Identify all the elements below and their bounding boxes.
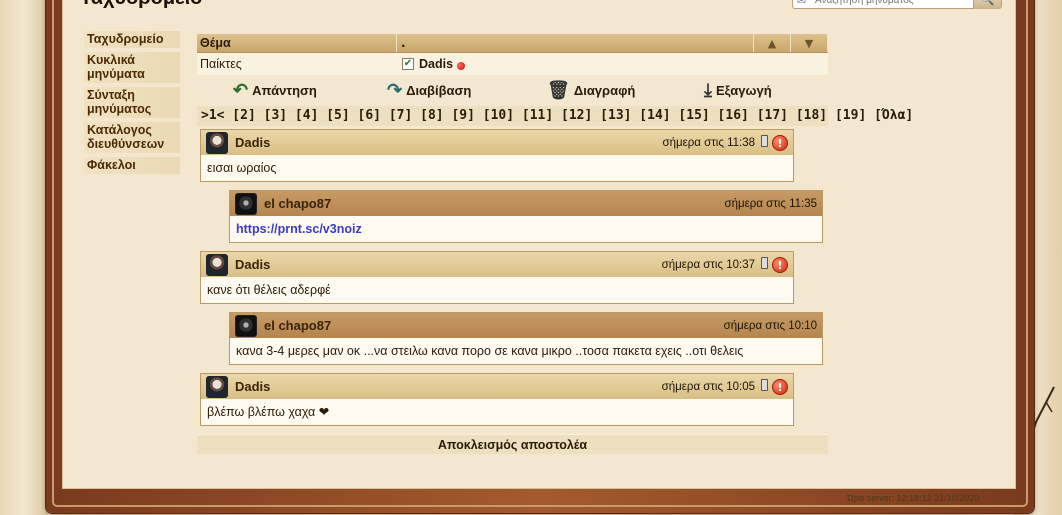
message-link[interactable]: https://prnt.sc/v3noiz: [236, 222, 362, 236]
export-button[interactable]: ⤓ Εξαγωγή: [704, 79, 772, 101]
avatar[interactable]: [206, 253, 228, 276]
message: el chapo87 σήμερα στις 10:10 κανα 3-4 με…: [229, 312, 823, 365]
sidebar-item-folders[interactable]: Φάκελοι: [84, 157, 180, 174]
sort-up-icon[interactable]: ▲: [754, 34, 791, 52]
participant-checkbox[interactable]: ✔: [402, 58, 414, 70]
subject-cell: Παίκτες: [200, 57, 242, 71]
phone-icon: [761, 378, 768, 391]
message-panel: Θέμα . ▲ ▼ Παίκτες ✔ Dadis ↶ Απάντηση ↷ …: [197, 34, 913, 454]
message-text: κανα 3-4 μερες μαν οκ ...να στειλω κανα …: [230, 338, 822, 364]
offline-status-icon: [457, 61, 466, 70]
message-time: σήμερα στις 11:35: [724, 197, 818, 210]
message-text: https://prnt.sc/v3noiz: [230, 216, 822, 242]
avatar[interactable]: [235, 192, 257, 215]
search-button[interactable]: 🔍: [973, 0, 1001, 9]
report-icon[interactable]: !: [772, 134, 788, 151]
subject-header: Θέμα: [197, 34, 397, 52]
search-box[interactable]: ✉ 🔍: [792, 0, 1002, 9]
message-author[interactable]: Dadis: [235, 257, 662, 272]
table-header: Θέμα . ▲ ▼: [197, 34, 828, 53]
reply-icon: ↶: [233, 80, 249, 100]
message-time: σήμερα στις 11:38: [662, 136, 756, 149]
participant-name[interactable]: Dadis: [419, 53, 453, 75]
message: el chapo87 σήμερα στις 11:35 https://prn…: [229, 190, 823, 243]
sidebar-item-mail[interactable]: Ταχυδρομείο: [84, 31, 180, 48]
message-author[interactable]: el chapo87: [264, 318, 724, 333]
dot-header: .: [397, 34, 754, 52]
trash-icon: 🗑: [547, 80, 570, 100]
message-header: Dadis σήμερα στις 10:05 !: [201, 374, 793, 399]
avatar[interactable]: [235, 314, 257, 337]
avatar[interactable]: [206, 131, 228, 154]
sort-down-icon[interactable]: ▼: [791, 34, 828, 52]
phone-icon: [761, 256, 768, 269]
message-text: εισαι ωραίος: [201, 155, 793, 181]
report-icon[interactable]: !: [772, 256, 788, 273]
message-header: Dadis σήμερα στις 11:38 !: [201, 130, 793, 155]
message-text: κανε ότι θέλεις αδερφέ: [201, 277, 793, 303]
report-icon[interactable]: !: [772, 378, 788, 395]
participant-cell: ✔ Dadis: [397, 53, 828, 75]
page-title: Ταχυδρομείο: [80, 0, 202, 8]
phone-icon: [761, 134, 768, 147]
forward-button[interactable]: ↷ Διαβίβαση: [387, 79, 471, 101]
message: Dadis σήμερα στις 10:37 ! κανε ότι θέλει…: [200, 251, 794, 304]
message-author[interactable]: el chapo87: [264, 196, 725, 211]
search-input[interactable]: [813, 0, 963, 6]
message-text: βλέπω βλέπω χαχα ❤: [201, 399, 793, 425]
pagination[interactable]: >1< [2] [3] [4] [5] [6] [7] [8] [9] [10]…: [197, 106, 913, 126]
message-author[interactable]: Dadis: [235, 379, 662, 394]
action-bar: ↶ Απάντηση ↷ Διαβίβαση 🗑 Διαγραφή ⤓ Εξαγ…: [197, 75, 828, 106]
message-time: σήμερα στις 10:10: [723, 319, 817, 332]
message-time: σήμερα στις 10:37: [661, 258, 755, 271]
background-left: [0, 0, 48, 515]
search-icon: ✉: [797, 0, 807, 7]
message-thread: Dadis σήμερα στις 11:38 ! εισαι ωραίος e…: [197, 126, 828, 434]
message-header: Dadis σήμερα στις 10:37 !: [201, 252, 793, 277]
message-header: el chapo87 σήμερα στις 11:35: [230, 191, 822, 216]
delete-button[interactable]: 🗑 Διαγραφή: [547, 79, 635, 101]
sidebar-item-addressbook[interactable]: Κατάλογος διευθύνσεων: [84, 122, 180, 153]
download-icon: ⤓: [704, 80, 712, 100]
message: Dadis σήμερα στις 11:38 ! εισαι ωραίος: [200, 129, 794, 182]
table-row: Παίκτες ✔ Dadis: [197, 53, 828, 75]
message-header: el chapo87 σήμερα στις 10:10: [230, 313, 822, 338]
reply-button[interactable]: ↶ Απάντηση: [233, 79, 317, 101]
server-time: Ώρα server: 12:18:12 21/10/2020: [847, 493, 980, 503]
sidebar-item-compose[interactable]: Σύνταξη μηνύματος: [84, 87, 180, 118]
forward-icon: ↷: [387, 80, 403, 100]
message: Dadis σήμερα στις 10:05 ! βλέπω βλέπω χα…: [200, 373, 794, 426]
avatar[interactable]: [206, 375, 228, 398]
sidebar-item-circulars[interactable]: Κυκλικά μηνύματα: [84, 52, 180, 83]
sidebar: Ταχυδρομείο Κυκλικά μηνύματα Σύνταξη μην…: [84, 31, 180, 178]
block-sender-button[interactable]: Αποκλεισμός αποστολέα: [197, 434, 828, 454]
message-time: σήμερα στις 10:05: [661, 380, 755, 393]
message-author[interactable]: Dadis: [235, 135, 663, 150]
